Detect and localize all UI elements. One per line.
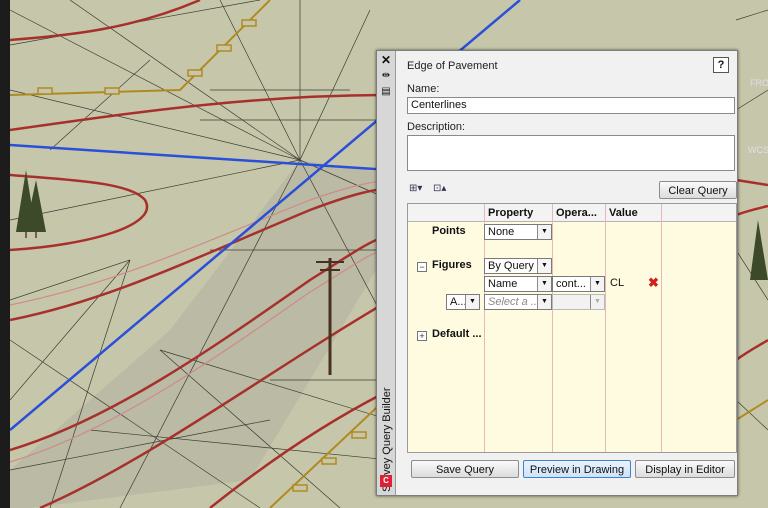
view-cube-front-label[interactable]: FRO: [750, 78, 768, 88]
survey-query-builder-palette: ✕ ⇹ ▤ Survey Query Builder C Edge of Pav…: [376, 50, 738, 496]
palette-content: Edge of Pavement ? Name: Centerlines Des…: [399, 51, 737, 495]
palette-titlebar[interactable]: ✕ ⇹ ▤ Survey Query Builder C: [377, 51, 396, 495]
grid-header-corner: [408, 204, 484, 222]
help-button[interactable]: ?: [713, 57, 729, 73]
chevron-down-icon: ▼: [590, 295, 604, 309]
new-condition-placeholder: Select a ...: [488, 296, 540, 308]
delete-condition-icon[interactable]: ✖: [648, 275, 659, 291]
figures-property-value: By Query: [488, 260, 534, 272]
display-in-editor-button[interactable]: Display in Editor: [635, 460, 735, 478]
name-input[interactable]: Centerlines: [407, 97, 735, 114]
chevron-down-icon[interactable]: ▼: [537, 225, 551, 239]
points-property-select[interactable]: None ▼: [484, 224, 552, 240]
properties-icon[interactable]: ▤: [379, 85, 393, 99]
description-label: Description:: [407, 121, 466, 133]
and-or-select[interactable]: A... ▼: [446, 294, 480, 310]
clear-query-button[interactable]: Clear Query: [659, 181, 737, 199]
grid-header-operator[interactable]: Opera...: [552, 204, 605, 222]
condition-property-value: Name: [488, 278, 518, 290]
chevron-down-icon[interactable]: ▼: [465, 295, 479, 309]
query-name-heading: Edge of Pavement: [407, 60, 498, 72]
figures-property-select[interactable]: By Query ▼: [484, 258, 552, 274]
close-icon[interactable]: ✕: [379, 53, 393, 67]
description-input[interactable]: [407, 135, 735, 171]
name-label: Name:: [407, 83, 440, 95]
grid-header-value[interactable]: Value: [605, 204, 661, 222]
condition-operator-select[interactable]: cont... ▼: [552, 276, 605, 292]
points-property-value: None: [488, 226, 515, 238]
insert-row-icon[interactable]: ⊞▾: [409, 181, 427, 197]
defaults-expand-toggle[interactable]: +: [417, 331, 427, 341]
query-grid: Property Opera... Value Points None ▼ − …: [407, 203, 737, 453]
chevron-down-icon[interactable]: ▼: [537, 295, 551, 309]
condition-property-select[interactable]: Name ▼: [484, 276, 552, 292]
defaults-label: Default ...: [432, 328, 482, 340]
preview-in-drawing-button[interactable]: Preview in Drawing: [523, 460, 631, 478]
chevron-down-icon[interactable]: ▼: [537, 259, 551, 273]
wcs-label[interactable]: WCS: [748, 145, 768, 155]
civil3d-icon: C: [380, 475, 392, 487]
grid-divider: [661, 204, 662, 452]
new-condition-operator-select: ▼: [552, 294, 605, 310]
chevron-down-icon[interactable]: ▼: [590, 277, 604, 291]
points-label: Points: [432, 225, 466, 237]
figures-collapse-toggle[interactable]: −: [417, 262, 427, 272]
figures-label: Figures: [432, 259, 472, 271]
save-query-button[interactable]: Save Query: [411, 460, 519, 478]
new-condition-property-select[interactable]: Select a ... ▼: [484, 294, 552, 310]
autohide-icon[interactable]: ⇹: [379, 69, 393, 83]
grid-header-property[interactable]: Property: [484, 204, 552, 222]
condition-value[interactable]: CL: [610, 277, 624, 289]
condition-operator-value: cont...: [556, 278, 586, 290]
chevron-down-icon[interactable]: ▼: [537, 277, 551, 291]
grid-divider: [605, 204, 606, 452]
palette-title: Survey Query Builder: [381, 387, 393, 492]
grid-divider: [552, 204, 553, 452]
move-row-up-icon[interactable]: ⊡▴: [433, 181, 451, 197]
grid-header-blank: [661, 204, 736, 222]
grid-divider: [484, 204, 485, 452]
